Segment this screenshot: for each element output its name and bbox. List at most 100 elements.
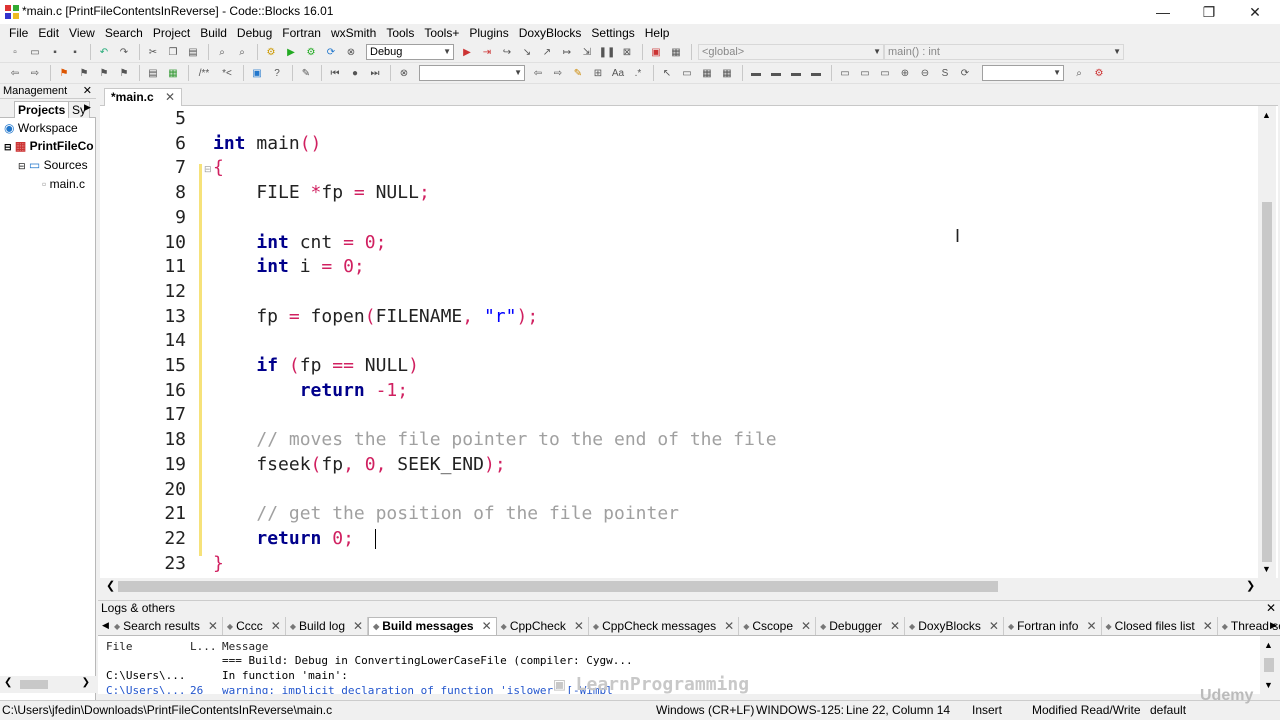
scope-select[interactable]: <global> ▼ bbox=[698, 44, 884, 60]
col-line[interactable]: L... bbox=[190, 640, 222, 653]
debug-run-icon[interactable]: ▶ bbox=[458, 44, 476, 60]
code-line[interactable]: { bbox=[213, 157, 224, 178]
help-icon[interactable]: ? bbox=[268, 65, 286, 81]
bookmark-prev-icon[interactable]: ⚑ bbox=[75, 65, 93, 81]
scroll-up-icon[interactable]: ▲ bbox=[1262, 110, 1271, 120]
list-item[interactable]: C:\Users\... 26 warning: implicit declarat… bbox=[106, 684, 613, 694]
shape-a-icon[interactable]: ▭ bbox=[836, 65, 854, 81]
editor-tab-main-c[interactable]: *main.c ✕ bbox=[104, 88, 183, 106]
menu-fortran[interactable]: Fortran bbox=[277, 26, 326, 40]
close-window-button[interactable]: ✕ bbox=[1232, 0, 1278, 24]
close-tab-icon[interactable]: ✕ bbox=[989, 618, 999, 635]
align-c-icon[interactable]: ▬ bbox=[787, 65, 805, 81]
close-tab-icon[interactable]: ✕ bbox=[353, 618, 363, 635]
code-line[interactable]: return 0; bbox=[213, 528, 354, 549]
scroll-right-icon[interactable]: ❯ bbox=[82, 677, 90, 688]
tab-cppcheck[interactable]: ◆ CppCheck ✕ bbox=[497, 617, 589, 635]
build-gear-icon[interactable]: ⚙ bbox=[262, 44, 280, 60]
chm-icon[interactable]: ▣ bbox=[248, 65, 266, 81]
close-tab-icon[interactable]: ✕ bbox=[890, 618, 900, 635]
menu-edit[interactable]: Edit bbox=[33, 26, 64, 40]
step-out-icon[interactable]: ↗ bbox=[538, 44, 556, 60]
close-logs-icon[interactable]: ✕ bbox=[1266, 601, 1276, 616]
code-line[interactable]: FILE *fp = NULL; bbox=[213, 182, 429, 203]
next-line-icon[interactable]: ↪ bbox=[498, 44, 516, 60]
list-item[interactable]: C:\Users\... In function 'main': bbox=[106, 669, 348, 683]
doxy-wizard-icon[interactable]: ▤ bbox=[144, 65, 162, 81]
bookmark-toggle-icon[interactable]: ⚑ bbox=[55, 65, 73, 81]
tree-project[interactable]: ⊟ ▦ PrintFileCo bbox=[4, 137, 94, 155]
first-icon[interactable]: ⏮ bbox=[326, 65, 344, 81]
zoom-out-icon[interactable]: ⊖ bbox=[916, 65, 934, 81]
scroll-left-icon[interactable]: ❮ bbox=[106, 579, 115, 592]
align-d-icon[interactable]: ▬ bbox=[807, 65, 825, 81]
search-next-icon[interactable]: ⇨ bbox=[549, 65, 567, 81]
tabs-scroll-right-icon[interactable]: ▶ bbox=[1270, 620, 1277, 631]
tab-debugger[interactable]: ◆ Debugger ✕ bbox=[816, 617, 906, 635]
symbol-search-input[interactable]: ▼ bbox=[982, 65, 1064, 81]
close-panel-icon[interactable]: ✕ bbox=[83, 84, 92, 98]
tab-closed-files-list[interactable]: ◆ Closed files list ✕ bbox=[1102, 617, 1218, 635]
select-icon[interactable]: ↖ bbox=[658, 65, 676, 81]
code-line[interactable]: fseek(fp, 0, SEEK_END); bbox=[213, 454, 505, 475]
code-line[interactable]: } bbox=[213, 553, 224, 574]
dot-icon[interactable]: ● bbox=[346, 65, 364, 81]
list-item[interactable]: === Build: Debug in ConvertingLowerCaseF… bbox=[106, 654, 633, 668]
replace-icon[interactable]: ⌕ bbox=[233, 44, 251, 60]
tab-build-log[interactable]: ◆ Build log ✕ bbox=[286, 617, 369, 635]
code-line[interactable]: int i = 0; bbox=[213, 256, 364, 277]
code-line[interactable]: int main() bbox=[213, 133, 321, 154]
align-a-icon[interactable]: ▬ bbox=[747, 65, 765, 81]
fold-marker-icon[interactable]: ⊟ bbox=[204, 164, 212, 175]
scroll-down-icon[interactable]: ▼ bbox=[1264, 680, 1273, 690]
close-tab-icon[interactable]: ✕ bbox=[482, 618, 492, 635]
menu-tools-[interactable]: Tools+ bbox=[419, 26, 464, 40]
regex-icon[interactable]: .* bbox=[629, 65, 647, 81]
menu-help[interactable]: Help bbox=[640, 26, 675, 40]
menu-settings[interactable]: Settings bbox=[586, 26, 639, 40]
redo-icon[interactable]: ↷ bbox=[115, 44, 133, 60]
copy-icon[interactable]: ❐ bbox=[164, 44, 182, 60]
menu-debug[interactable]: Debug bbox=[232, 26, 277, 40]
step-into-icon[interactable]: ↘ bbox=[518, 44, 536, 60]
code-line[interactable]: fp = fopen(FILENAME, "r"); bbox=[213, 306, 538, 327]
find-icon[interactable]: ⌕ bbox=[213, 44, 231, 60]
scroll-down-icon[interactable]: ▼ bbox=[1262, 564, 1271, 574]
step-instruction-icon[interactable]: ⇲ bbox=[578, 44, 596, 60]
debug-windows-icon[interactable]: ▣ bbox=[647, 44, 665, 60]
shape-c-icon[interactable]: ▭ bbox=[876, 65, 894, 81]
tab-cscope[interactable]: ◆ Cscope ✕ bbox=[739, 617, 817, 635]
tree-sources[interactable]: ⊟ ▭ Sources bbox=[18, 156, 88, 174]
logs-vscroll[interactable]: ▲ ▼ bbox=[1260, 636, 1278, 694]
next-instruction-icon[interactable]: ↦ bbox=[558, 44, 576, 60]
save-all-icon[interactable]: ▪ bbox=[66, 44, 84, 60]
doxy-extract-icon[interactable]: ▦ bbox=[164, 65, 182, 81]
close-tab-icon[interactable]: ✕ bbox=[724, 618, 734, 635]
save-icon[interactable]: ▪ bbox=[46, 44, 64, 60]
match-case-icon[interactable]: Aa bbox=[609, 65, 627, 81]
restore-button[interactable]: ❐ bbox=[1186, 0, 1232, 24]
menu-plugins[interactable]: Plugins bbox=[464, 26, 513, 40]
zoom-in-icon[interactable]: ⊕ bbox=[896, 65, 914, 81]
pause-icon[interactable]: ❚❚ bbox=[598, 44, 616, 60]
build-and-run-icon[interactable]: ⚙ bbox=[302, 44, 320, 60]
layout-a-icon[interactable]: ▦ bbox=[698, 65, 716, 81]
tab-doxyblocks[interactable]: ◆ DoxyBlocks ✕ bbox=[905, 617, 1004, 635]
undo-icon[interactable]: ↶ bbox=[95, 44, 113, 60]
col-file[interactable]: File bbox=[106, 640, 190, 653]
clear-search-icon[interactable]: ⊗ bbox=[395, 65, 413, 81]
back-icon[interactable]: ⇦ bbox=[6, 65, 24, 81]
menu-build[interactable]: Build bbox=[195, 26, 232, 40]
s-icon[interactable]: S bbox=[936, 65, 954, 81]
tab-projects[interactable]: Projects bbox=[14, 101, 70, 118]
rect-icon[interactable]: ▭ bbox=[678, 65, 696, 81]
close-tab-icon[interactable]: ✕ bbox=[1086, 618, 1096, 635]
tab-search-results[interactable]: ◆ Search results ✕ bbox=[110, 617, 223, 635]
management-hscroll[interactable]: ❮ ❯ bbox=[0, 676, 96, 693]
tree-file[interactable]: ▫ main.c bbox=[42, 175, 85, 193]
rebuild-icon[interactable]: ⟳ bbox=[322, 44, 340, 60]
line-comment-icon[interactable]: *< bbox=[217, 65, 237, 81]
scroll-right-icon[interactable]: ❯ bbox=[1246, 579, 1255, 592]
shape-b-icon[interactable]: ▭ bbox=[856, 65, 874, 81]
chevron-right-icon[interactable]: ▶ bbox=[84, 102, 91, 113]
